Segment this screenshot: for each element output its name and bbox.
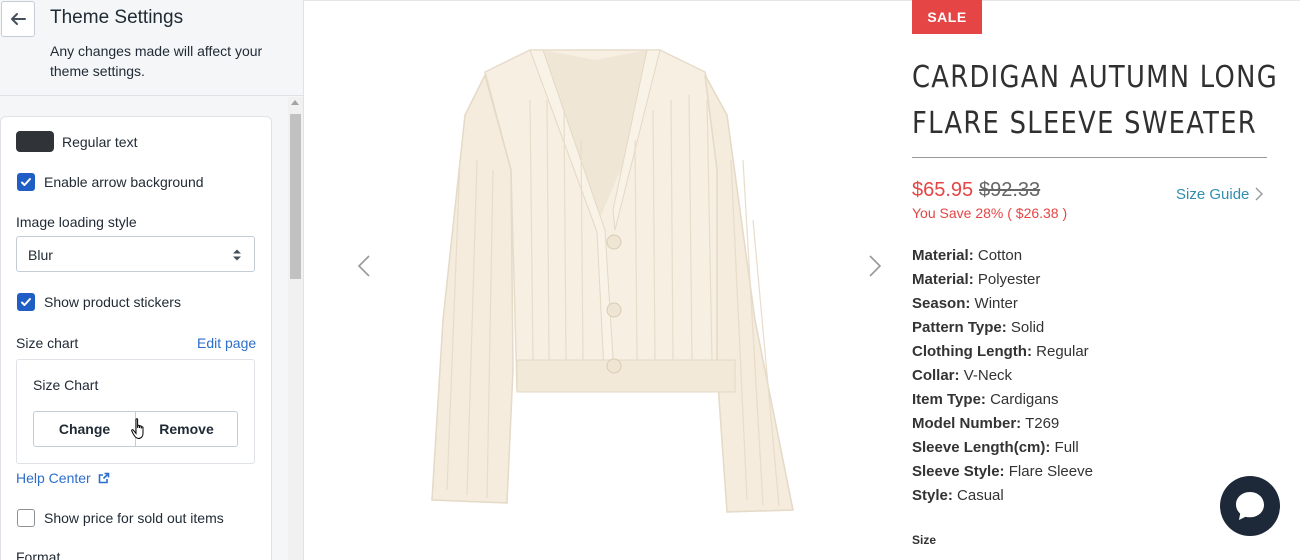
spec-key: Pattern Type: [912, 319, 1007, 336]
product-title-line-1: CARDIGAN AUTUMN LONG [912, 60, 1279, 95]
spec-key: Season: [912, 295, 971, 312]
spec-key: Clothing Length: [912, 343, 1032, 360]
spec-row: Sleeve Length(cm): Full [912, 437, 1093, 461]
image-loading-style-select[interactable]: Blur [16, 236, 255, 272]
sale-badge: SALE [912, 0, 982, 34]
show-product-stickers-checkbox[interactable] [17, 293, 35, 311]
spec-value: Full [1054, 439, 1079, 456]
sidebar-description: Any changes made will affect your theme … [50, 43, 263, 79]
gallery-prev-arrow-icon[interactable] [357, 254, 371, 278]
spec-key: Sleeve Length(cm): [912, 439, 1051, 456]
change-button[interactable]: Change [33, 411, 136, 447]
regular-text-color-swatch[interactable] [16, 131, 54, 152]
spec-value: Polyester [977, 271, 1041, 288]
spec-row: Season: Winter [912, 293, 1093, 317]
spec-row: Item Type: Cardigans [912, 389, 1093, 413]
image-loading-style-value: Blur [28, 247, 53, 263]
remove-button[interactable]: Remove [136, 411, 238, 447]
regular-text-label: Regular text [62, 134, 138, 150]
sidebar-title: Theme Settings [50, 7, 184, 28]
theme-settings-sidebar: Theme Settings Any changes made will aff… [0, 0, 304, 560]
edit-page-link[interactable]: Edit page [197, 335, 256, 351]
select-arrows-icon [233, 249, 241, 261]
spec-row: Model Number: T269 [912, 413, 1093, 437]
external-link-icon [98, 472, 109, 484]
product-image[interactable] [335, 20, 895, 530]
product-title: CARDIGAN AUTUMN LONG FLARE SLEEVE SWEATE… [912, 55, 1279, 147]
show-product-stickers-label: Show product stickers [44, 294, 181, 310]
spec-row: Collar: V-Neck [912, 365, 1093, 389]
scrollbar-thumb[interactable] [290, 114, 301, 279]
hand-cursor-icon [131, 418, 144, 440]
size-chart-label: Size chart [16, 335, 79, 351]
image-loading-style-label: Image loading style [16, 214, 137, 230]
sidebar-header: Theme Settings Any changes made will aff… [0, 0, 303, 96]
spec-key: Material: [912, 247, 974, 264]
spec-row: Material: Polyester [912, 269, 1093, 293]
spec-row: Pattern Type: Solid [912, 317, 1093, 341]
size-guide-link[interactable]: Size Guide [1176, 186, 1249, 203]
spec-row: Style: Casual [912, 485, 1093, 509]
product-title-line-2: FLARE SLEEVE SWEATER [912, 106, 1258, 141]
checkmark-icon [21, 298, 31, 306]
product-specs: Material: Cotton Material: Polyester Sea… [912, 245, 1093, 509]
chat-widget-button[interactable] [1220, 476, 1280, 536]
spec-value: Solid [1010, 319, 1045, 336]
spec-value: Regular [1036, 343, 1089, 360]
show-price-sold-out-checkbox[interactable] [17, 509, 35, 527]
chat-bubble-icon [1236, 492, 1264, 520]
size-option-label: Size [912, 533, 937, 547]
spec-key: Model Number: [912, 415, 1022, 432]
compare-at-price: $92.33 [979, 179, 1041, 201]
chevron-right-icon[interactable] [1254, 186, 1264, 202]
spec-value: V-Neck [963, 367, 1013, 384]
spec-key: Item Type: [912, 391, 986, 408]
spec-row: Material: Cotton [912, 245, 1093, 269]
back-button[interactable] [1, 1, 35, 37]
spec-key: Style: [912, 487, 953, 504]
arrow-left-icon [11, 13, 26, 25]
show-price-sold-out-label: Show price for sold out items [44, 510, 224, 526]
checkmark-icon [21, 178, 31, 186]
spec-value: Cardigans [990, 391, 1059, 408]
savings-text: You Save 28% ( $26.38 ) [912, 205, 1068, 221]
sale-price: $65.95 [912, 179, 974, 201]
enable-arrow-background-checkbox[interactable] [17, 173, 35, 191]
spec-value: Winter [974, 295, 1018, 312]
spec-key: Sleeve Style: [912, 463, 1005, 480]
gallery-next-arrow-icon[interactable] [868, 254, 882, 278]
spec-key: Collar: [912, 367, 960, 384]
spec-key: Material: [912, 271, 974, 288]
help-center-link[interactable]: Help Center [16, 470, 110, 486]
spec-row: Clothing Length: Regular [912, 341, 1093, 365]
spec-value: Casual [957, 487, 1004, 504]
spec-value: Flare Sleeve [1008, 463, 1093, 480]
title-divider [912, 157, 1267, 158]
enable-arrow-background-label: Enable arrow background [44, 174, 204, 190]
format-label: Format [16, 549, 61, 560]
help-center-label: Help Center [16, 470, 91, 486]
spec-value: Cotton [977, 247, 1023, 264]
spec-row: Sleeve Style: Flare Sleeve [912, 461, 1093, 485]
size-chart-page-name: Size Chart [33, 377, 99, 393]
spec-value: T269 [1025, 415, 1060, 432]
scroll-up-arrow-icon[interactable] [291, 100, 299, 105]
